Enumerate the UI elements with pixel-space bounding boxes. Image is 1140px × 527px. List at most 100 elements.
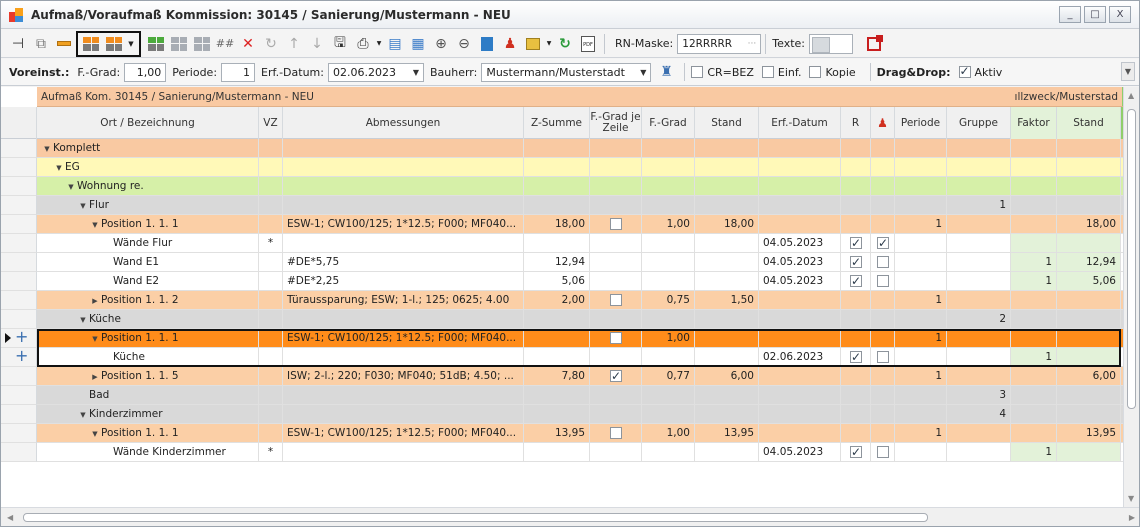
grid-cell[interactable] <box>871 139 895 158</box>
grid-cell[interactable]: ▼ Komplett <box>37 139 259 158</box>
grid-cell[interactable] <box>259 158 283 177</box>
grid-cell[interactable] <box>871 367 895 386</box>
grid-cell[interactable] <box>841 158 871 177</box>
grid-cell[interactable] <box>524 386 590 405</box>
grid-cell[interactable] <box>759 424 841 443</box>
grid-cell[interactable] <box>642 196 695 215</box>
grid-cell[interactable]: 3 <box>947 386 1011 405</box>
grid-cell[interactable]: 1 <box>895 215 947 234</box>
grid-cell[interactable] <box>524 234 590 253</box>
print-icon[interactable]: ⎙ <box>352 33 374 55</box>
grid-cell[interactable] <box>590 272 642 291</box>
grid-cell[interactable] <box>841 215 871 234</box>
grid-cell[interactable] <box>759 215 841 234</box>
grid-cell[interactable]: 1 <box>947 196 1011 215</box>
grid-cell[interactable]: Wände Kinderzimmer <box>37 443 259 462</box>
grid-cell[interactable] <box>642 386 695 405</box>
grid-cell[interactable]: 1 <box>895 424 947 443</box>
grid-cell[interactable]: 04.05.2023 <box>759 253 841 272</box>
grid-cell[interactable] <box>283 196 524 215</box>
grid-cell[interactable] <box>759 196 841 215</box>
add-row-icon[interactable]: + <box>15 327 28 346</box>
grid-cell[interactable] <box>841 310 871 329</box>
row-header[interactable] <box>1 291 37 310</box>
grid-cell[interactable]: ESW-1; CW100/125; 1*12.5; F000; MF040... <box>283 215 524 234</box>
grid-cell[interactable] <box>841 405 871 424</box>
grid-cell[interactable]: Wand E2 <box>37 272 259 291</box>
row-header[interactable] <box>1 177 37 196</box>
grid-cell[interactable] <box>642 253 695 272</box>
grid-cell[interactable] <box>1057 196 1121 215</box>
table-row[interactable]: ▼ Wohnung re. <box>1 177 1125 196</box>
person-checkbox[interactable] <box>877 234 889 252</box>
grid-cell[interactable] <box>642 310 695 329</box>
grid-cell[interactable]: ▼ EG <box>37 158 259 177</box>
maximize-button[interactable]: □ <box>1084 6 1106 23</box>
einf-checkbox[interactable]: Einf. <box>761 66 801 79</box>
grid-cell[interactable] <box>947 234 1011 253</box>
grid-cell[interactable] <box>590 424 642 443</box>
column-header[interactable]: Z-Summe <box>524 107 590 139</box>
grid-cell[interactable] <box>283 310 524 329</box>
aktiv-checkbox[interactable]: Aktiv <box>958 64 1002 79</box>
column-header[interactable]: Faktor <box>1011 107 1057 139</box>
grid-cell[interactable] <box>759 310 841 329</box>
refresh-icon[interactable]: ↻ <box>554 33 576 55</box>
column-header[interactable]: R <box>841 107 871 139</box>
grid-cell[interactable] <box>283 139 524 158</box>
grid-cell[interactable]: Wände Flur <box>37 234 259 253</box>
scroll-right-icon[interactable]: ▶ <box>1129 513 1135 522</box>
grid-cell[interactable]: Bad <box>37 386 259 405</box>
grid-cell[interactable] <box>895 405 947 424</box>
grid-cell[interactable] <box>947 215 1011 234</box>
chevron-down-icon[interactable]: ▼ <box>1121 62 1135 81</box>
table-row[interactable]: Wände Kinderzimmer * 04.05.2023 1 <box>1 443 1125 462</box>
person-checkbox[interactable] <box>877 256 889 268</box>
grid-cell[interactable] <box>947 158 1011 177</box>
row-header[interactable] <box>1 234 37 253</box>
grid-cell[interactable]: 1,50 <box>695 291 759 310</box>
grid-cell[interactable] <box>259 196 283 215</box>
table-row[interactable]: ▼ Kinderzimmer 4 <box>1 405 1125 424</box>
row-header[interactable] <box>1 424 37 443</box>
grid-cell[interactable] <box>871 443 895 462</box>
grid-cell[interactable] <box>841 367 871 386</box>
grid-cell[interactable] <box>1057 405 1121 424</box>
row-header[interactable] <box>1 405 37 424</box>
grid-cell[interactable] <box>1057 177 1121 196</box>
scroll-up-icon[interactable]: ▲ <box>1128 91 1134 100</box>
numbering-icon[interactable]: ## <box>214 33 236 55</box>
grid-cell[interactable] <box>895 177 947 196</box>
table-row[interactable]: ▶ Position 1. 1. 5 ISW; 2-l.; 220; F030; M… <box>1 367 1125 386</box>
grid-cell[interactable] <box>695 405 759 424</box>
column-header[interactable]: Abmessungen <box>283 107 524 139</box>
grid-cell[interactable] <box>895 310 947 329</box>
aktiv-checkbox-box[interactable] <box>958 64 971 78</box>
grid-cell[interactable] <box>642 158 695 177</box>
grid-cell[interactable]: 12,94 <box>524 253 590 272</box>
grid-cell[interactable] <box>947 272 1011 291</box>
grid-cell[interactable]: Wand E1 <box>37 253 259 272</box>
pin-icon[interactable]: ⊣ <box>7 33 29 55</box>
grid-cell[interactable]: 1 <box>1011 443 1057 462</box>
minimize-button[interactable]: _ <box>1059 6 1081 23</box>
grid-cell[interactable] <box>1011 177 1057 196</box>
grid-cell[interactable] <box>259 367 283 386</box>
grid-cell[interactable] <box>841 272 871 291</box>
grid-cell[interactable]: 18,00 <box>695 215 759 234</box>
grid-cell[interactable] <box>259 139 283 158</box>
save-icon[interactable]: 🖫 <box>329 33 351 55</box>
grid-cell[interactable]: 04.05.2023 <box>759 443 841 462</box>
grid-cell[interactable] <box>283 405 524 424</box>
grid-cell[interactable] <box>947 443 1011 462</box>
grid-cell[interactable] <box>590 139 642 158</box>
ellipsis-icon[interactable]: ··· <box>748 39 757 49</box>
column-header[interactable]: VZ <box>259 107 283 139</box>
grid-cell[interactable] <box>1011 139 1057 158</box>
grid-cell[interactable] <box>695 310 759 329</box>
r-checkbox[interactable] <box>850 443 862 461</box>
grid-cell[interactable]: ▼ Küche <box>37 310 259 329</box>
grid-cell[interactable] <box>259 405 283 424</box>
expand-icon[interactable]: ▶ <box>89 292 101 309</box>
grid-cell[interactable] <box>841 253 871 272</box>
